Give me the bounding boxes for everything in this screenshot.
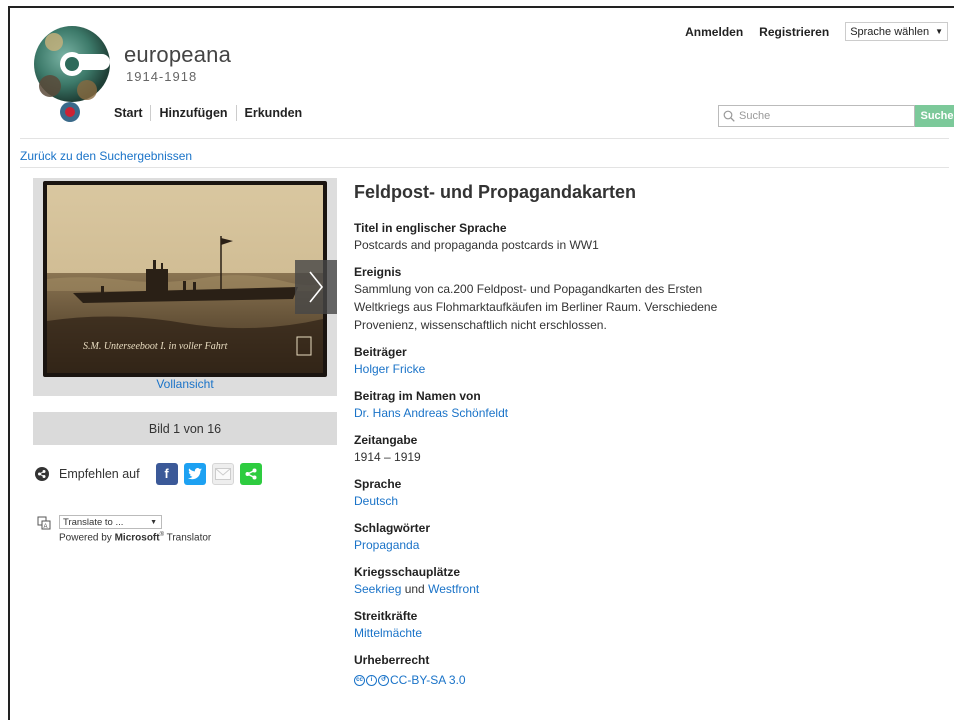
field-value: Postcards and propaganda postcards in WW…	[354, 238, 599, 252]
postcard-image[interactable]: S.M. Unterseeboot I. in voller Fahrt	[43, 181, 327, 377]
theatre-link-westfront[interactable]: Westfront	[428, 582, 479, 596]
share-icon[interactable]	[239, 463, 262, 485]
sa-icon: ↺	[378, 674, 389, 686]
field-label: Ereignis	[354, 265, 402, 279]
chevron-down-icon: ▼	[935, 27, 943, 36]
login-link[interactable]: Anmelden	[685, 25, 743, 39]
nav-add[interactable]: Hinzufügen	[150, 105, 235, 121]
field-label: Titel in englischer Sprache	[354, 221, 507, 235]
record-title: Feldpost- und Propagandakarten	[354, 182, 637, 202]
next-image-button[interactable]	[295, 260, 337, 314]
svg-text:A: A	[44, 524, 48, 530]
page-frame: europeana 1914-1918 Start Hinzufügen Erk…	[8, 6, 954, 720]
license-link[interactable]: cc i ↺ CC-BY-SA 3.0	[354, 671, 466, 689]
chevron-down-icon: ▼	[150, 518, 157, 526]
search-input[interactable]: Suche	[718, 105, 915, 127]
language-select[interactable]: Sprache wählen ▼	[845, 22, 948, 41]
email-icon[interactable]	[211, 463, 234, 485]
register-link[interactable]: Registrieren	[759, 25, 829, 39]
image-pager: Bild 1 von 16	[33, 412, 337, 445]
nav-start[interactable]: Start	[106, 105, 150, 121]
share-label: Empfehlen auf	[59, 467, 140, 481]
image-viewer: S.M. Unterseeboot I. in voller Fahrt	[33, 178, 337, 396]
brand-name[interactable]: europeana	[124, 42, 231, 68]
field-label: Zeitangabe	[354, 433, 418, 447]
field-on-behalf: Beitrag im Namen von Dr. Hans Andreas Sc…	[354, 388, 774, 422]
theatre-link-seekrieg[interactable]: Seekrieg	[354, 582, 401, 596]
field-label: Beitrag im Namen von	[354, 389, 481, 403]
postcard-photo: S.M. Unterseeboot I. in voller Fahrt	[47, 185, 323, 373]
postcard-caption: S.M. Unterseeboot I. in voller Fahrt	[83, 341, 228, 352]
translate-select[interactable]: Translate to ... ▼	[59, 515, 162, 529]
field-label: Beiträger	[354, 345, 407, 359]
facebook-icon[interactable]: f	[155, 463, 178, 485]
search-icon	[723, 110, 735, 122]
and-text: und	[401, 582, 429, 596]
brand-years: 1914-1918	[126, 69, 198, 84]
full-view-link[interactable]: Vollansicht	[33, 377, 337, 391]
by-icon: i	[366, 674, 377, 686]
powered-prefix: Powered by	[59, 532, 115, 544]
language-select-value: Sprache wählen	[850, 25, 930, 38]
back-to-results-link[interactable]: Zurück zu den Suchergebnissen	[20, 149, 192, 163]
field-language: Sprache Deutsch	[354, 476, 774, 510]
twitter-icon[interactable]	[183, 463, 206, 485]
chevron-right-icon	[309, 271, 324, 303]
powered-brand: Microsoft	[114, 532, 160, 544]
main-nav: Start Hinzufügen Erkunden	[106, 105, 310, 121]
field-label: Streitkräfte	[354, 609, 418, 623]
cc-icon: cc	[354, 674, 365, 686]
translator-widget: A Translate to ... ▼ Powered by Microsof…	[37, 515, 211, 543]
keyword-link[interactable]: Propaganda	[354, 538, 419, 552]
divider	[20, 167, 949, 168]
field-forces: Streitkräfte Mittelmächte	[354, 608, 774, 642]
field-title-en: Titel in englischer Sprache Postcards an…	[354, 220, 774, 254]
record-details: Feldpost- und Propagandakarten Titel in …	[354, 182, 774, 699]
field-theatres: Kriegsschauplätze Seekrieg und Westfront	[354, 564, 774, 598]
field-label: Schlagwörter	[354, 521, 431, 535]
field-contributor: Beiträger Holger Fricke	[354, 344, 774, 378]
field-keywords: Schlagwörter Propaganda	[354, 520, 774, 554]
contributor-link[interactable]: Holger Fricke	[354, 362, 425, 376]
search-placeholder: Suche	[739, 110, 771, 122]
translate-select-value: Translate to ...	[63, 516, 124, 528]
search-button[interactable]: Suche	[915, 105, 954, 127]
translator-credit: Powered by Microsoft® Translator	[59, 532, 212, 544]
powered-suffix: Translator	[164, 532, 212, 544]
on-behalf-link[interactable]: Dr. Hans Andreas Schönfeldt	[354, 406, 508, 420]
divider	[20, 138, 949, 139]
field-value: 1914 – 1919	[354, 450, 421, 464]
share-circle-icon	[35, 467, 49, 481]
field-copyright: Urheberrecht cc i ↺ CC-BY-SA 3.0	[354, 652, 774, 689]
translate-icon: A	[37, 516, 51, 530]
share-bar: Empfehlen auf f	[35, 463, 262, 485]
europeana-logo[interactable]	[32, 20, 112, 130]
nav-explore[interactable]: Erkunden	[235, 105, 311, 121]
license-text: CC-BY-SA 3.0	[390, 673, 466, 687]
forces-link[interactable]: Mittelmächte	[354, 626, 422, 640]
field-event: Ereignis Sammlung von ca.200 Feldpost- u…	[354, 264, 774, 334]
field-value: Sammlung von ca.200 Feldpost- und Popaga…	[354, 282, 718, 332]
field-label: Kriegsschauplätze	[354, 565, 461, 579]
language-link[interactable]: Deutsch	[354, 494, 398, 508]
field-label: Sprache	[354, 477, 402, 491]
field-date: Zeitangabe 1914 – 1919	[354, 432, 774, 466]
account-bar: Anmelden Registrieren Sprache wählen ▼	[685, 22, 954, 41]
field-label: Urheberrecht	[354, 653, 430, 667]
